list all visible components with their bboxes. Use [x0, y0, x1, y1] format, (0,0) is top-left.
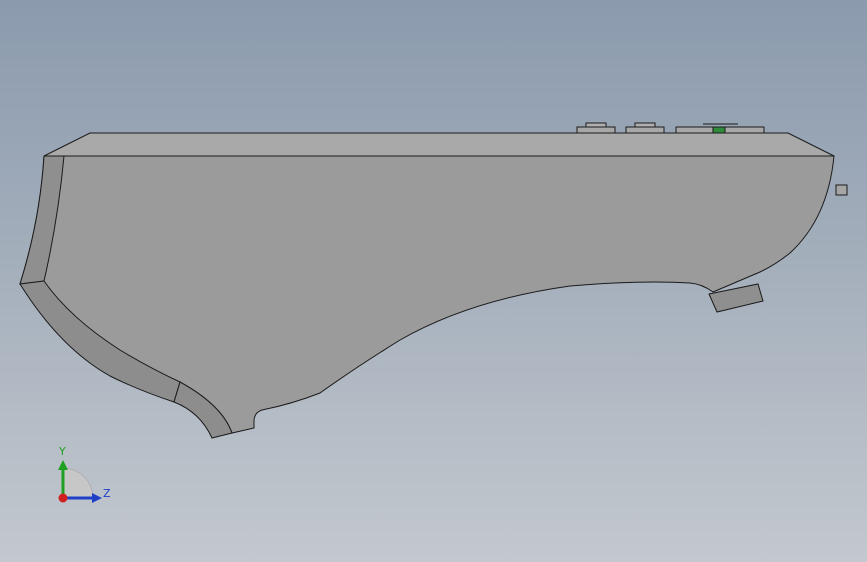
graphics-viewport[interactable]: Y Z: [0, 0, 867, 562]
top-button-2[interactable]: [625, 122, 665, 134]
triad-quarter-disk: [62, 467, 94, 499]
top-button-1[interactable]: [576, 122, 616, 134]
top-switch[interactable]: [675, 123, 765, 134]
model-view[interactable]: Y Z: [0, 0, 867, 562]
side-connector[interactable]: [835, 184, 848, 196]
triad-z-label: Z: [103, 487, 111, 500]
status-indicator: [712, 126, 726, 134]
triad-x-axis-dot: [58, 493, 68, 503]
triad-y-label: Y: [58, 445, 66, 458]
view-orientation-triad-icon[interactable]: Y Z: [58, 445, 111, 503]
part-top-face[interactable]: [43, 132, 835, 157]
